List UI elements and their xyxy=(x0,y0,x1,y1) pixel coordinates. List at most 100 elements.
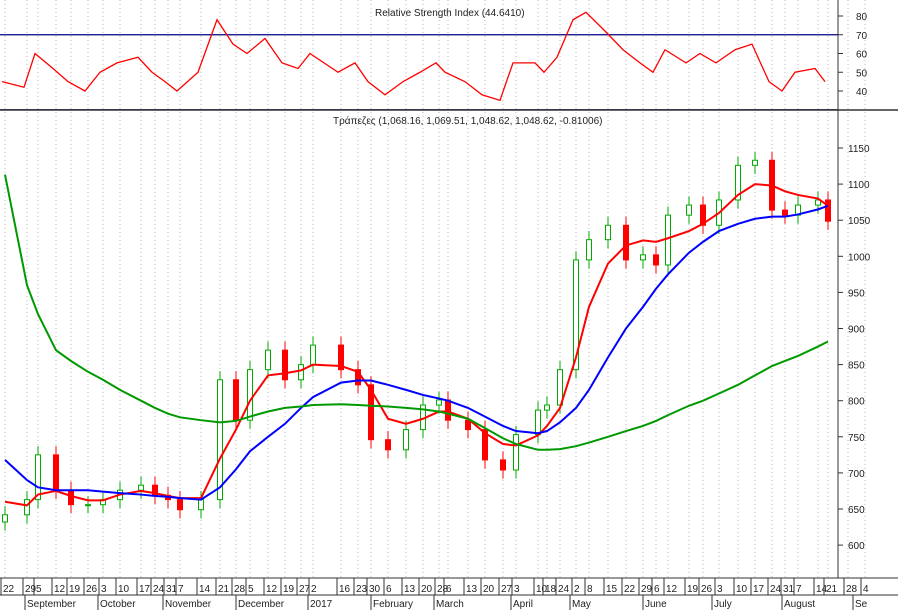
x-axis: 22 29 5 12 19 26 3 10 17 24 31 7 14 21 28 5 12 19 27 2 16 23 3… xyxy=(0,577,898,610)
day-tick-label: 3 xyxy=(717,584,723,595)
candle-body xyxy=(436,399,442,406)
day-tick-label: 17 xyxy=(139,584,151,595)
moving-average-ma50 xyxy=(4,204,829,501)
price-tick-label: 750 xyxy=(848,433,865,444)
day-tick-label: 22 xyxy=(624,584,636,595)
day-tick-label: 5 xyxy=(248,584,254,595)
day-tick-label: 7 xyxy=(178,584,184,595)
candle-body xyxy=(665,214,671,266)
candle-body xyxy=(513,434,519,471)
day-tick-label: 6 xyxy=(446,584,452,595)
day-tick-label: 8 xyxy=(587,584,593,595)
candle-body xyxy=(217,379,223,501)
day-tick-label: 19 xyxy=(687,584,699,595)
month-label: March xyxy=(436,599,464,610)
month-label: September xyxy=(27,599,77,610)
day-tick-label: 21 xyxy=(218,584,230,595)
price-tick-label: 1100 xyxy=(848,180,870,191)
day-tick-label: 4 xyxy=(863,584,869,595)
day-tick-label: 24 xyxy=(558,584,570,595)
month-label: February xyxy=(373,599,413,610)
day-tick-label: 23 xyxy=(356,584,368,595)
candle-body xyxy=(138,484,144,491)
candle-body xyxy=(265,349,271,371)
month-label: June xyxy=(645,599,667,610)
price-tick-label: 900 xyxy=(848,325,865,336)
candle-body xyxy=(177,499,183,511)
day-tick-label: 17 xyxy=(753,584,765,595)
day-tick-label: 20 xyxy=(421,584,433,595)
day-tick-label: 12 xyxy=(666,584,678,595)
candle-body xyxy=(385,439,391,451)
stock-chart: Relative Strength Index (44.6410) 40 50 60… xyxy=(0,0,898,610)
month-label: August xyxy=(784,599,815,610)
day-tick-label: 12 xyxy=(266,584,278,595)
day-tick-label: 13 xyxy=(404,584,416,595)
candle-body xyxy=(586,239,592,261)
day-tick-label: 29 xyxy=(641,584,653,595)
day-tick-label: 29 xyxy=(25,584,37,595)
rsi-tick-label: 80 xyxy=(856,12,868,23)
candle-body xyxy=(782,209,788,216)
candle-body xyxy=(535,409,541,436)
day-tick-label: 10 xyxy=(118,584,130,595)
day-tick-label: 24 xyxy=(770,584,782,595)
rsi-title: Relative Strength Index (44.6410) xyxy=(375,8,525,19)
day-tick-label: 2 xyxy=(574,584,580,595)
day-tick-label: 28 xyxy=(234,584,246,595)
price-tick-label: 700 xyxy=(848,469,865,480)
month-label: October xyxy=(100,599,136,610)
day-tick-label: 24 xyxy=(153,584,165,595)
candle-body xyxy=(2,514,8,523)
day-tick-label: 21 xyxy=(826,584,838,595)
day-tick-label: 3 xyxy=(514,584,520,595)
month-label: July xyxy=(714,599,732,610)
day-tick-label: 13 xyxy=(466,584,478,595)
month-label: 2017 xyxy=(310,599,333,610)
candle-body xyxy=(653,254,659,266)
rsi-tick-label: 50 xyxy=(856,68,868,79)
day-tick-label: 3 xyxy=(101,584,107,595)
candle-body xyxy=(605,224,611,241)
candle-body xyxy=(445,399,451,421)
month-label: May xyxy=(572,599,591,610)
day-tick-label: 31 xyxy=(783,584,795,595)
day-tick-label: 6 xyxy=(386,584,392,595)
day-tick-label: 26 xyxy=(86,584,98,595)
price-title: Τράπεζες (1,068.16, 1,069.51, 1,048.62, … xyxy=(333,115,602,127)
candle-body xyxy=(544,404,550,411)
month-label: December xyxy=(238,599,285,610)
candle-body xyxy=(500,459,506,471)
price-tick-label: 1000 xyxy=(848,252,871,263)
candle-body xyxy=(623,224,629,261)
price-panel: Τράπεζες (1,068.16, 1,069.51, 1,048.62, … xyxy=(2,0,871,578)
price-tick-label: 950 xyxy=(848,288,865,299)
price-tick-label: 800 xyxy=(848,397,865,408)
candle-body xyxy=(282,349,288,381)
day-tick-label: 6 xyxy=(654,584,660,595)
day-tick-label: 26 xyxy=(701,584,713,595)
day-tick-label: 5 xyxy=(36,584,42,595)
rsi-tick-label: 70 xyxy=(856,31,868,42)
day-tick-label: 30 xyxy=(369,584,381,595)
moving-average-ma20 xyxy=(4,183,829,507)
month-label: November xyxy=(165,599,212,610)
month-label: Se xyxy=(855,599,868,610)
candle-body xyxy=(198,499,204,511)
day-tick-label: 28 xyxy=(846,584,858,595)
candle-body xyxy=(310,344,316,366)
rsi-line xyxy=(1,11,826,102)
candle-body xyxy=(35,454,41,501)
candle-body xyxy=(825,199,831,222)
price-tick-label: 1050 xyxy=(848,216,871,227)
month-label: April xyxy=(513,599,533,610)
rsi-panel: Relative Strength Index (44.6410) 40 50 60… xyxy=(0,8,868,111)
day-tick-label: 10 xyxy=(736,584,748,595)
rsi-tick-label: 60 xyxy=(856,50,868,61)
price-tick-label: 600 xyxy=(848,541,865,552)
candle-body xyxy=(85,504,91,507)
day-tick-label: 19 xyxy=(283,584,295,595)
price-tick-label: 1150 xyxy=(848,144,870,155)
candle-body xyxy=(53,454,59,491)
candle-body xyxy=(298,364,304,381)
